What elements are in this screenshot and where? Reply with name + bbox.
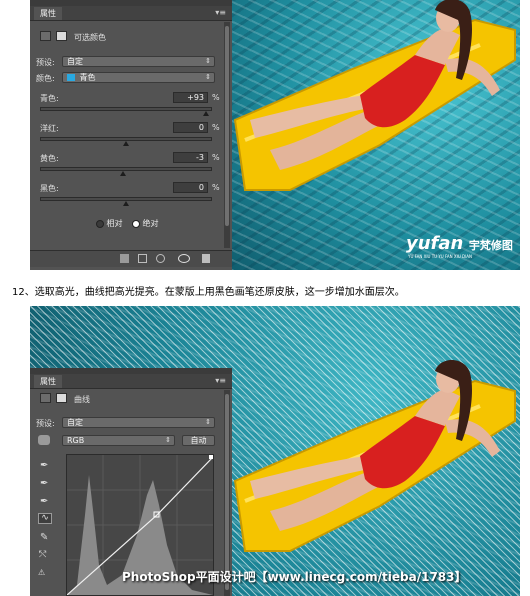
- layer-mask-icon[interactable]: [56, 31, 67, 41]
- slider-value-input[interactable]: -3: [173, 152, 208, 163]
- properties-tab[interactable]: 属性: [34, 7, 62, 20]
- slider-value-input[interactable]: +93: [173, 92, 208, 103]
- slider-label: 青色:: [40, 94, 59, 103]
- panel-menu-icon[interactable]: ▾≡: [215, 7, 226, 19]
- percent-unit: %: [212, 153, 220, 162]
- sample-gray-eyedropper-icon[interactable]: ✒: [40, 478, 48, 489]
- draw-curve-pencil-icon[interactable]: ✎: [40, 532, 48, 543]
- woman-on-float-image: [233, 0, 516, 191]
- pool-photo-top: [230, 0, 520, 270]
- chevron-updown-icon: ⇕: [205, 57, 211, 65]
- slider-thumb[interactable]: [123, 201, 129, 206]
- properties-tab[interactable]: 属性: [34, 375, 62, 388]
- radio-absolute[interactable]: 绝对: [132, 218, 159, 229]
- curves-icon: [40, 393, 51, 403]
- radio-dot-icon: [132, 219, 140, 228]
- scrollbar-thumb[interactable]: [225, 26, 229, 226]
- properties-panel-curves: 属性 ▾≡ 曲线 预设: 自定 ⇕ RGB ⇕ 自动 ✒ ✒ ✒ ∿ ✎ ⤲ ⚠: [30, 368, 232, 596]
- slider-value-input[interactable]: 0: [173, 122, 208, 133]
- scrollbar-thumb[interactable]: [225, 394, 229, 590]
- view-previous-icon[interactable]: [138, 254, 147, 263]
- auto-button-label: 自动: [190, 436, 207, 445]
- clip-to-layer-icon[interactable]: [120, 254, 129, 263]
- slider-thumb[interactable]: [120, 171, 127, 176]
- reset-icon[interactable]: [156, 254, 165, 263]
- slider-thumb[interactable]: [202, 111, 209, 116]
- properties-panel-selective-color: 属性 ▾≡ 可选颜色 预设: 自定 ⇕ 颜色: 青色 ⇕ 青色: +93% 洋红: 0…: [30, 0, 232, 270]
- yufan-watermark-sub: YU FAN XIU TU YU FAN XIU DIAN: [408, 254, 473, 259]
- top-screenshot: 属性 ▾≡ 可选颜色 预设: 自定 ⇕ 颜色: 青色 ⇕ 青色: +93% 洋红: 0…: [30, 0, 520, 270]
- watermark-brand-cn: 宇梵修图: [468, 239, 513, 252]
- chevron-updown-icon: ⇕: [165, 436, 171, 444]
- selective-color-icon: [40, 31, 51, 41]
- adjustment-title: 曲线: [74, 395, 90, 404]
- percent-unit: %: [212, 183, 220, 192]
- colors-label: 颜色:: [36, 74, 55, 83]
- yufan-watermark: yufan 宇梵修图: [406, 233, 513, 254]
- radio-relative-label: 相对: [106, 219, 123, 228]
- slider-thumb[interactable]: [123, 141, 129, 146]
- on-image-adjust-hand-icon[interactable]: [38, 435, 50, 445]
- preset-label: 预设:: [36, 419, 55, 428]
- chevron-updown-icon: ⇕: [205, 73, 211, 81]
- clipping-warning-icon[interactable]: ⚠: [38, 568, 45, 577]
- slider-track[interactable]: [40, 107, 212, 111]
- preset-value: 自定: [67, 57, 83, 66]
- visibility-eye-icon[interactable]: [178, 254, 190, 263]
- panel-scrollbar[interactable]: [224, 390, 230, 596]
- chevron-updown-icon: ⇕: [205, 418, 211, 426]
- colors-dropdown[interactable]: 青色 ⇕: [62, 72, 215, 83]
- smooth-curve-icon[interactable]: ⤲: [39, 550, 46, 560]
- slider-label: 洋红:: [40, 124, 59, 133]
- radio-absolute-label: 绝对: [142, 219, 159, 228]
- adjustment-title: 可选颜色: [74, 33, 106, 42]
- watermark-brand: yufan: [406, 233, 464, 254]
- preset-value: 自定: [67, 418, 83, 427]
- radio-circle-icon: [96, 219, 104, 228]
- panel-bottom-toolbar: [30, 250, 232, 267]
- percent-unit: %: [212, 123, 220, 132]
- photoshop-forum-watermark: PhotoShop平面设计吧【www.linecg.com/tieba/1783…: [122, 570, 467, 584]
- preset-label: 预设:: [36, 58, 55, 67]
- panel-scrollbar[interactable]: [224, 22, 230, 248]
- slider-label: 黑色:: [40, 184, 59, 193]
- layer-mask-icon[interactable]: [56, 393, 67, 403]
- curve-endpoint: [209, 455, 213, 459]
- step-caption: 12、选取高光，曲线把高光提亮。在蒙版上用黑色画笔还原皮肤，这一步增加水面层次。: [12, 287, 405, 298]
- channel-dropdown[interactable]: RGB ⇕: [62, 435, 175, 446]
- percent-unit: %: [212, 93, 220, 102]
- edit-points-curve-icon[interactable]: ∿: [38, 513, 52, 524]
- trash-icon[interactable]: [202, 254, 210, 263]
- sample-white-eyedropper-icon[interactable]: ✒: [40, 460, 48, 471]
- slider-label: 黄色:: [40, 154, 59, 163]
- radio-relative[interactable]: 相对: [96, 218, 123, 229]
- preset-dropdown[interactable]: 自定 ⇕: [62, 56, 215, 67]
- preset-dropdown[interactable]: 自定 ⇕: [62, 417, 215, 428]
- panel-menu-icon[interactable]: ▾≡: [215, 375, 226, 387]
- channel-value: RGB: [67, 436, 85, 445]
- colors-value: 青色: [79, 73, 96, 82]
- slider-value-input[interactable]: 0: [173, 182, 208, 193]
- auto-button[interactable]: 自动: [182, 435, 215, 446]
- sample-black-eyedropper-icon[interactable]: ✒: [40, 496, 48, 507]
- color-swatch-icon: [67, 74, 75, 81]
- bottom-screenshot: 属性 ▾≡ 曲线 预设: 自定 ⇕ RGB ⇕ 自动 ✒ ✒ ✒ ∿ ✎ ⤲ ⚠: [30, 306, 520, 596]
